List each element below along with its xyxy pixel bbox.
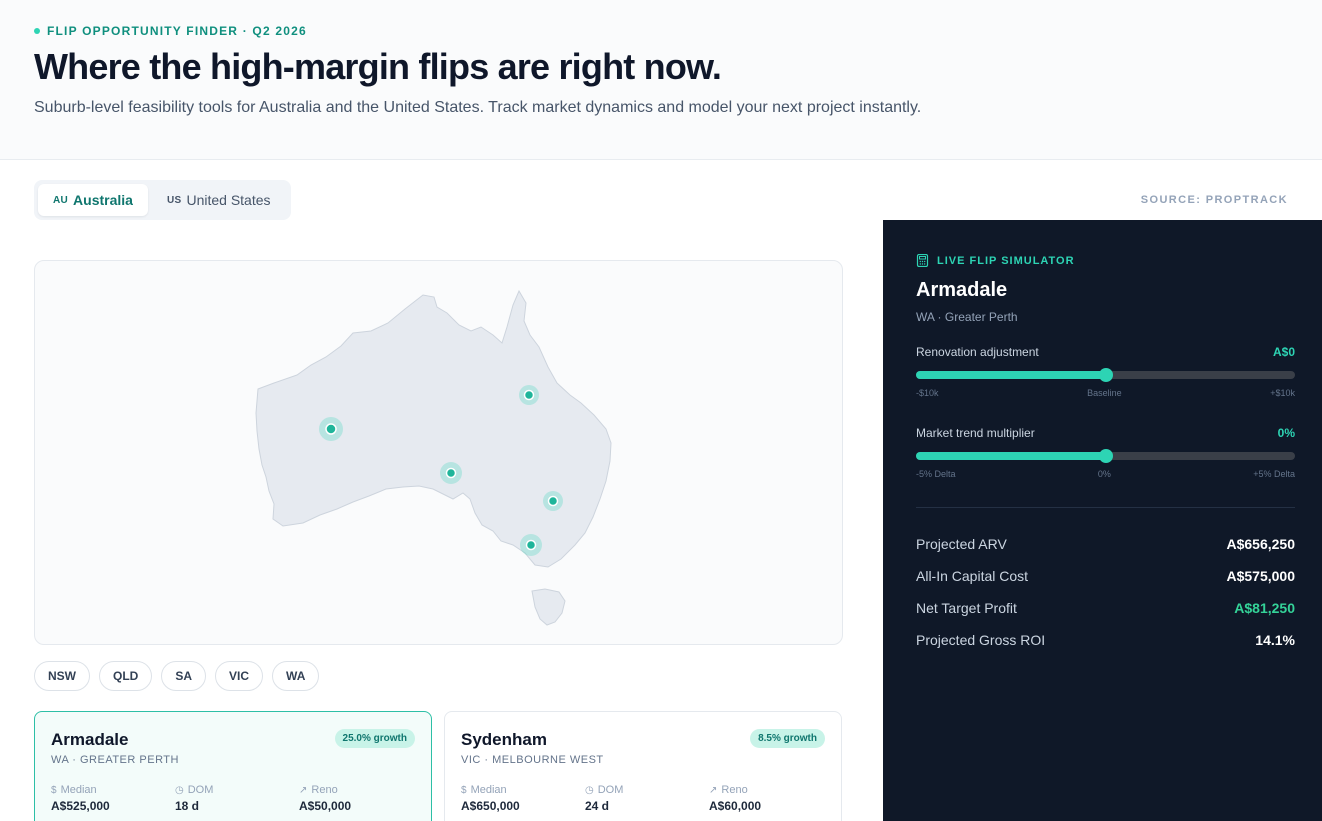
slider-thumb[interactable] bbox=[1098, 449, 1113, 463]
filter-chip-wa[interactable]: WA bbox=[272, 661, 320, 691]
dom-value: 24 d bbox=[585, 799, 610, 813]
tab-australia[interactable]: AU Australia bbox=[38, 184, 148, 216]
simulator-region: WA · Greater Perth bbox=[916, 310, 1018, 324]
slider-min-label: -$10k bbox=[916, 388, 939, 398]
filter-chip-sa[interactable]: SA bbox=[161, 661, 207, 691]
filter-chip-nsw[interactable]: NSW bbox=[34, 661, 90, 691]
suburb-region: WA · GREATER PERTH bbox=[51, 754, 179, 766]
metric-dom: ◷ DOM 18 d bbox=[175, 784, 299, 813]
eyebrow-text: FLIP OPPORTUNITY FINDER · Q2 2026 bbox=[47, 24, 307, 38]
reno-value: A$60,000 bbox=[709, 799, 762, 813]
panel-divider bbox=[916, 507, 1295, 508]
metric-reno: ↗ Reno A$60,000 bbox=[709, 784, 833, 813]
dollar-icon: $ bbox=[51, 784, 57, 796]
dollar-icon: $ bbox=[461, 784, 467, 796]
suburb-card-sydenham[interactable]: Sydenham VIC · MELBOURNE WEST 8.5% growt… bbox=[444, 711, 842, 821]
metric-median: $ Median A$650,000 bbox=[461, 784, 585, 813]
suburb-region: VIC · MELBOURNE WEST bbox=[461, 754, 604, 766]
growth-badge: 25.0% growth bbox=[334, 729, 415, 748]
metric-reno: ↗ Reno A$50,000 bbox=[299, 784, 423, 813]
metric-median: $ Median A$525,000 bbox=[51, 784, 175, 813]
result-projected-arv: Projected ARV A$656,250 bbox=[916, 536, 1295, 552]
eyebrow: FLIP OPPORTUNITY FINDER · Q2 2026 bbox=[34, 24, 307, 38]
reno-value: A$50,000 bbox=[299, 799, 352, 813]
map-marker-vic[interactable] bbox=[520, 534, 542, 556]
tab-united-states[interactable]: US United States bbox=[152, 184, 286, 216]
slider-track[interactable] bbox=[916, 368, 1295, 382]
page-subtitle: Suburb-level feasibility tools for Austr… bbox=[34, 99, 922, 116]
tasmania-shape bbox=[531, 588, 566, 626]
flip-simulator-panel: LIVE FLIP SIMULATOR Armadale WA · Greate… bbox=[883, 220, 1322, 821]
median-value: A$525,000 bbox=[51, 799, 110, 813]
result-net-profit: Net Target Profit A$81,250 bbox=[916, 600, 1295, 616]
slider-mid-label: 0% bbox=[1097, 469, 1111, 479]
map-marker-sa[interactable] bbox=[440, 462, 462, 484]
metric-dom: ◷ DOM 24 d bbox=[585, 784, 709, 813]
renovation-adjustment-slider: Renovation adjustment A$0 -$10k Baseline… bbox=[916, 345, 1295, 398]
map-marker-wa[interactable] bbox=[319, 417, 343, 441]
slider-label: Renovation adjustment bbox=[916, 345, 1039, 359]
dom-value: 18 d bbox=[175, 799, 200, 813]
suburb-card-armadale[interactable]: Armadale WA · GREATER PERTH 25.0% growth… bbox=[34, 711, 432, 821]
clock-icon: ◷ bbox=[175, 784, 184, 796]
trend-up-icon: ↗ bbox=[709, 784, 718, 796]
median-value: A$650,000 bbox=[461, 799, 520, 813]
simulation-results: Projected ARV A$656,250 All-In Capital C… bbox=[916, 528, 1295, 656]
filter-chip-vic[interactable]: VIC bbox=[215, 661, 264, 691]
clock-icon: ◷ bbox=[585, 784, 594, 796]
page-header: FLIP OPPORTUNITY FINDER · Q2 2026 Where … bbox=[0, 0, 1322, 160]
map-marker-nsw[interactable] bbox=[543, 491, 563, 511]
us-flag-code: US bbox=[166, 194, 182, 206]
state-filter-chips: NSW QLD SA VIC WA bbox=[34, 661, 320, 691]
map-card bbox=[34, 260, 843, 645]
slider-fill bbox=[916, 371, 1106, 379]
map-marker-qld[interactable] bbox=[519, 385, 539, 405]
tab-label: United States bbox=[186, 192, 271, 208]
slider-thumb[interactable] bbox=[1098, 368, 1113, 382]
data-source: SOURCE: PROPTRACK bbox=[1140, 194, 1288, 206]
suburb-metrics: $ Median A$650,000 ◷ DOM 24 d ↗ Reno A$60,0… bbox=[461, 784, 833, 813]
slider-track[interactable] bbox=[916, 449, 1295, 463]
simulator-suburb: Armadale bbox=[916, 279, 1008, 301]
au-flag-code: AU bbox=[53, 194, 69, 206]
australia-mainland-shape bbox=[255, 289, 612, 568]
simulator-title: LIVE FLIP SIMULATOR bbox=[916, 254, 1075, 267]
suburb-metrics: $ Median A$525,000 ◷ DOM 18 d ↗ Reno A$50,0… bbox=[51, 784, 423, 813]
tab-label: Australia bbox=[73, 192, 133, 208]
australia-map bbox=[255, 289, 612, 626]
slider-label: Market trend multiplier bbox=[916, 426, 1035, 440]
filter-chip-qld[interactable]: QLD bbox=[99, 661, 153, 691]
calculator-icon bbox=[916, 254, 929, 267]
result-capital-cost: All-In Capital Cost A$575,000 bbox=[916, 568, 1295, 584]
country-tabs: AU Australia US United States bbox=[34, 180, 291, 220]
slider-min-label: -5% Delta bbox=[916, 469, 956, 479]
eyebrow-dot-icon bbox=[34, 28, 40, 34]
slider-max-label: +$10k bbox=[1270, 388, 1295, 398]
result-gross-roi: Projected Gross ROI 14.1% bbox=[916, 632, 1295, 648]
slider-mid-label: Baseline bbox=[1087, 388, 1122, 398]
market-trend-slider: Market trend multiplier 0% -5% Delta 0% … bbox=[916, 426, 1295, 479]
slider-max-label: +5% Delta bbox=[1253, 469, 1295, 479]
page-title: Where the high-margin flips are right no… bbox=[34, 46, 722, 87]
trend-up-icon: ↗ bbox=[299, 784, 308, 796]
slider-fill bbox=[916, 452, 1106, 460]
growth-badge: 8.5% growth bbox=[750, 729, 825, 748]
slider-value: A$0 bbox=[1272, 345, 1295, 359]
slider-value: 0% bbox=[1277, 426, 1295, 440]
